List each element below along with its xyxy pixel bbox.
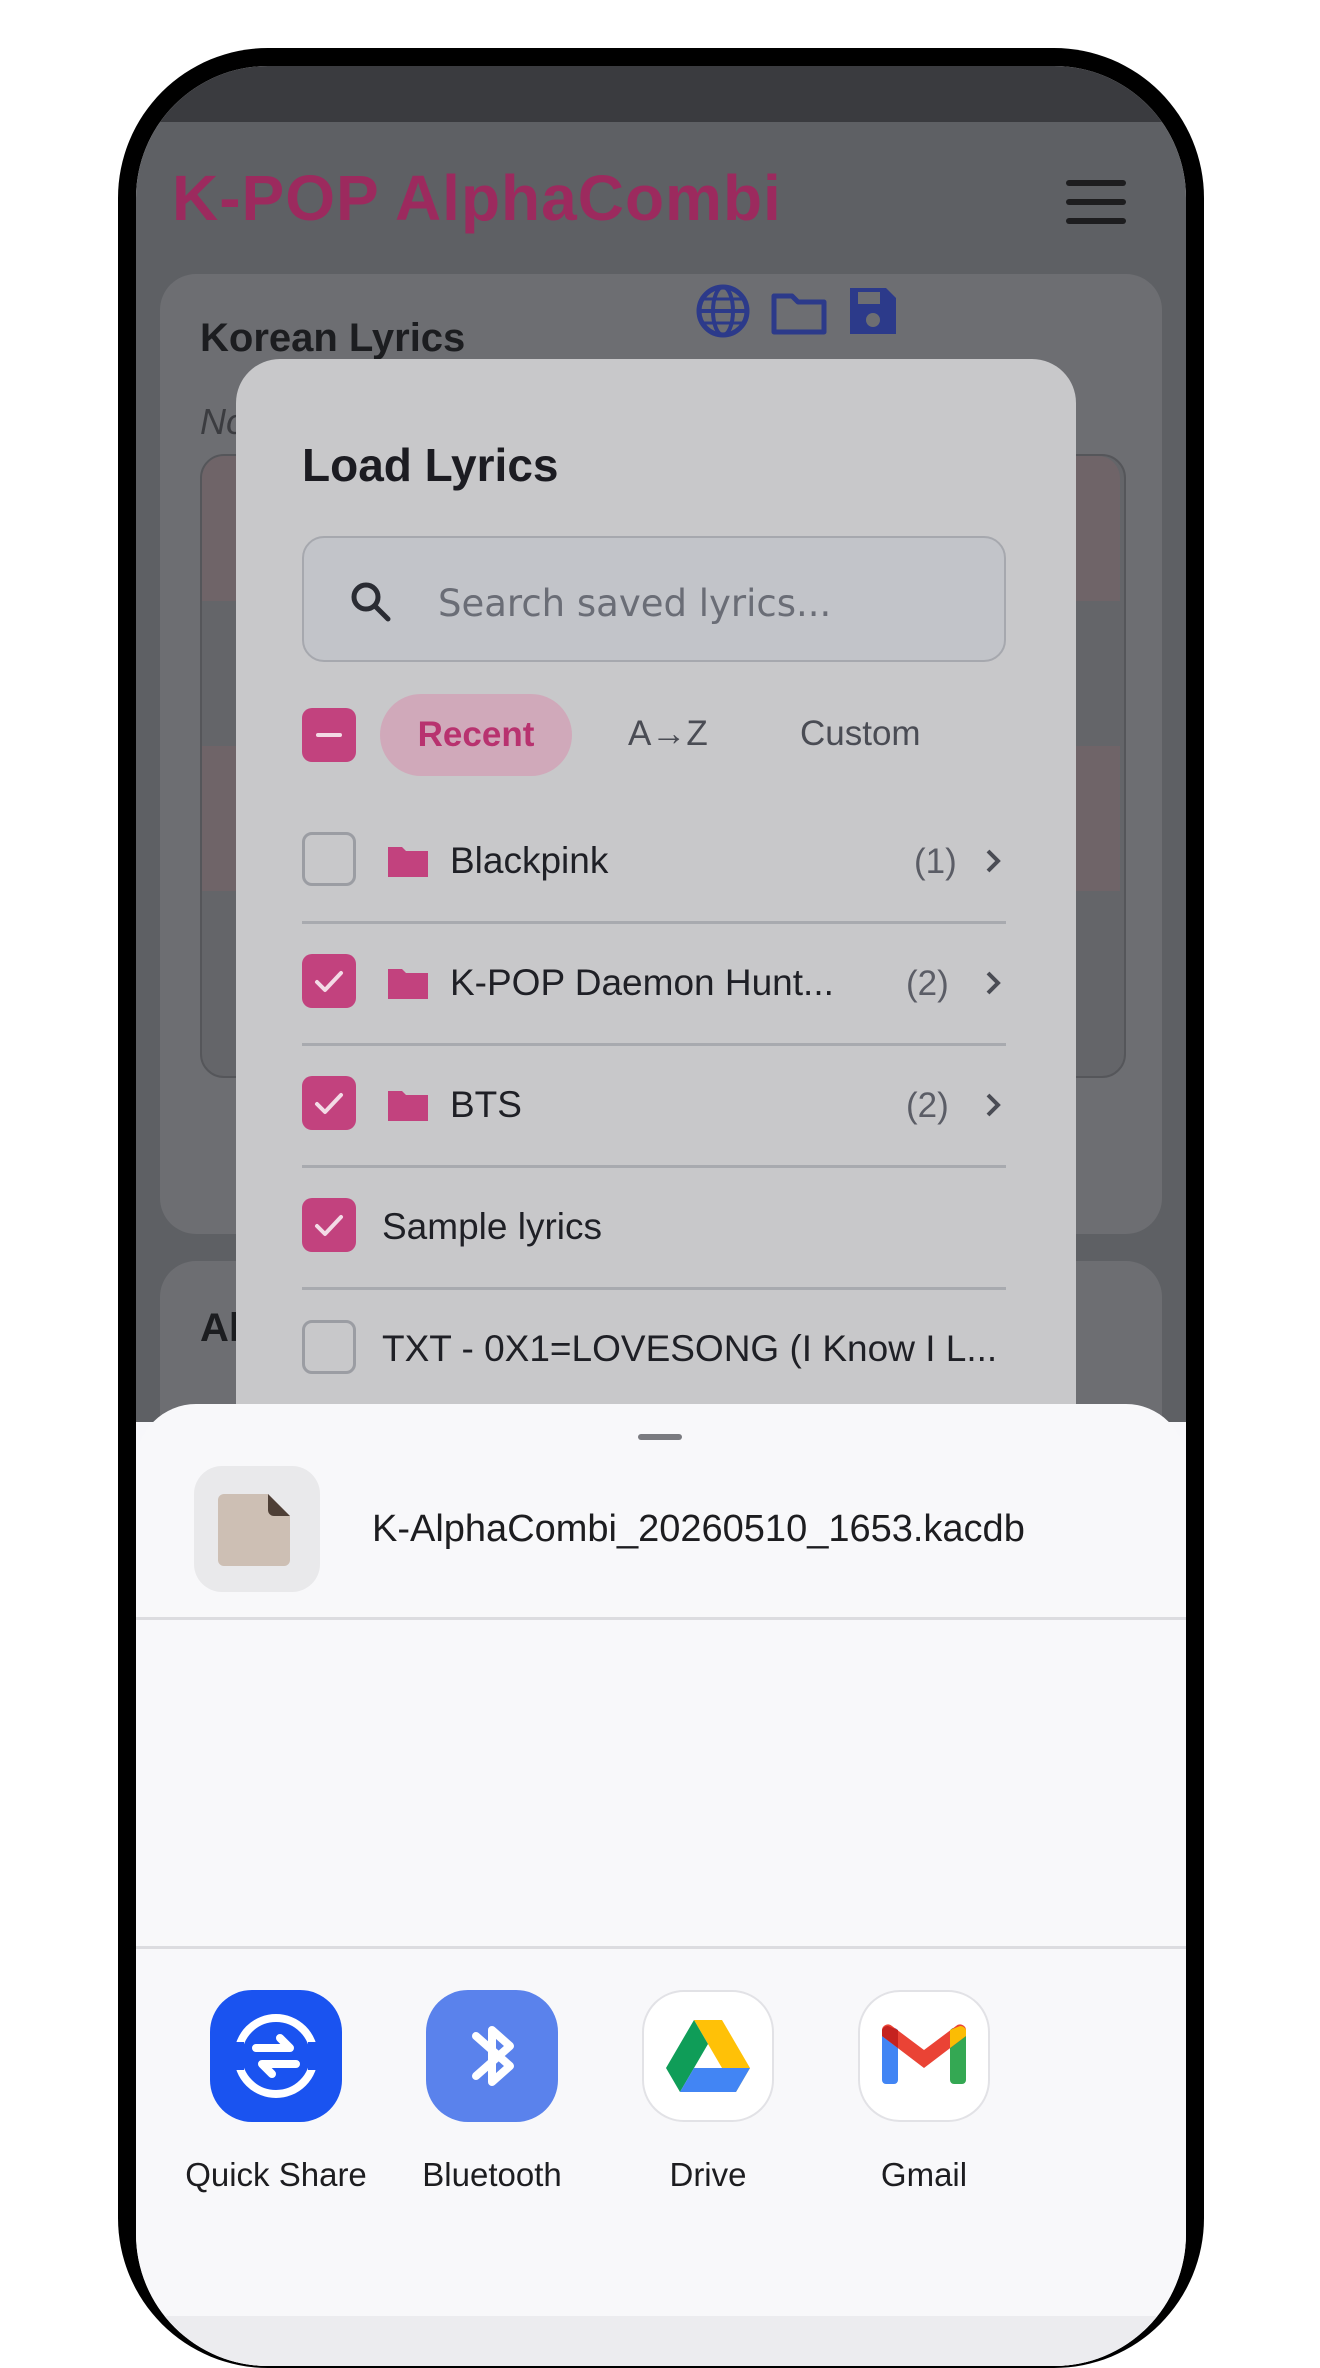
item-checkbox[interactable] <box>302 954 356 1008</box>
status-bar <box>136 66 1186 122</box>
item-checkbox[interactable] <box>302 832 356 886</box>
dialog-title: Load Lyrics <box>302 439 559 491</box>
card-title: Al <box>200 1306 240 1350</box>
folder-icon <box>388 1091 428 1121</box>
item-checkbox[interactable] <box>302 1320 356 1374</box>
select-all-checkbox[interactable] <box>302 708 356 762</box>
folder-count: (1) <box>914 842 957 881</box>
drive-button[interactable] <box>642 1990 774 2122</box>
folder-count: (2) <box>906 1086 949 1125</box>
sort-recent-button[interactable]: Recent <box>380 694 572 776</box>
chevron-right-icon[interactable] <box>982 1087 1006 1123</box>
search-icon <box>351 582 391 622</box>
chevron-right-icon[interactable] <box>982 843 1006 879</box>
folder-label[interactable]: BTS <box>450 1084 522 1126</box>
drag-handle[interactable] <box>638 1434 682 1440</box>
folder-icon <box>388 847 428 877</box>
app-title: K-POP AlphaCombi <box>172 162 782 234</box>
quick-share-label: Quick Share <box>185 2156 367 2193</box>
lyrics-item-label[interactable]: Sample lyrics <box>382 1206 602 1248</box>
load-lyrics-dialog <box>236 359 1076 1459</box>
item-checkbox[interactable] <box>302 1198 356 1252</box>
search-input[interactable] <box>436 574 980 632</box>
hamburger-menu-icon[interactable] <box>1066 180 1126 224</box>
divider <box>302 1165 1006 1168</box>
quick-share-button[interactable] <box>210 1990 342 2122</box>
chevron-right-icon[interactable] <box>982 965 1006 1001</box>
gmail-button[interactable] <box>858 1990 990 2122</box>
sort-az-button[interactable]: A→Z <box>628 714 708 754</box>
item-checkbox[interactable] <box>302 1076 356 1130</box>
gmail-icon <box>882 2024 966 2084</box>
quick-share-icon <box>230 2014 322 2098</box>
folder-icon <box>388 969 428 999</box>
device-screen: K-POP AlphaCombi Korean Lyrics No Al Loa… <box>136 66 1186 2366</box>
folder-label[interactable]: K-POP Daemon Hunt... <box>450 962 834 1004</box>
folder-label[interactable]: Blackpink <box>450 840 608 882</box>
gmail-label: Gmail <box>880 2156 968 2193</box>
globe-icon[interactable] <box>692 280 754 342</box>
save-icon[interactable] <box>842 280 904 342</box>
bluetooth-label: Bluetooth <box>422 2156 562 2193</box>
divider <box>136 1946 1186 1949</box>
sort-custom-button[interactable]: Custom <box>800 714 921 754</box>
file-icon <box>218 1494 290 1566</box>
folder-icon[interactable] <box>768 280 830 342</box>
bluetooth-icon <box>472 2026 514 2086</box>
lyrics-item-label[interactable]: TXT - 0X1=LOVESONG (I Know I L... <box>382 1328 997 1370</box>
divider <box>136 1617 1186 1620</box>
bluetooth-button[interactable] <box>426 1990 558 2122</box>
shared-file-name: K-AlphaCombi_20260510_1653.kacdb <box>372 1508 1025 1550</box>
drive-label: Drive <box>669 2156 747 2193</box>
navigation-bar <box>136 2316 1186 2366</box>
google-drive-icon <box>666 2020 750 2092</box>
divider <box>302 921 1006 924</box>
card-title: Korean Lyrics <box>200 316 466 360</box>
divider <box>302 1043 1006 1046</box>
divider <box>302 1287 1006 1290</box>
folder-count: (2) <box>906 964 949 1003</box>
file-thumbnail <box>194 1466 320 1592</box>
